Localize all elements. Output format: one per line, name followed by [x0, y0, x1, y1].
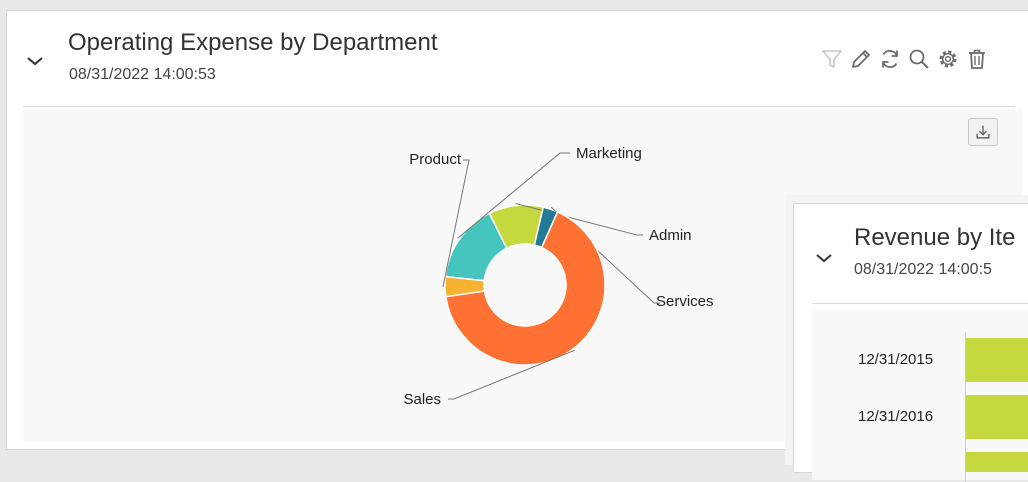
slice-label-services: Services — [656, 293, 714, 310]
panel-timestamp: 08/31/2022 14:00:53 — [69, 66, 216, 83]
slice-label-sales: Sales — [403, 391, 441, 408]
chevron-down-icon[interactable] — [23, 49, 47, 73]
bar-chart-area: 12/31/2015 12/31/2016 — [812, 310, 1028, 482]
panel-title: Operating Expense by Department — [68, 29, 438, 56]
slice-label-marketing: Marketing — [576, 145, 642, 162]
header-divider — [812, 303, 1028, 304]
filter-icon[interactable] — [819, 45, 845, 73]
chevron-down-icon[interactable] — [812, 246, 836, 270]
bar-category-label: 12/31/2016 — [858, 408, 934, 425]
revenue-by-item-panel: Revenue by Ite 08/31/2022 14:00:5 12/31/… — [793, 203, 1028, 482]
panel-timestamp: 08/31/2022 14:00:5 — [854, 261, 992, 278]
download-icon[interactable] — [968, 118, 998, 146]
slice-label-admin: Admin — [649, 227, 692, 244]
gear-icon[interactable] — [935, 45, 961, 73]
bar-category-label: 12/31/2015 — [858, 351, 934, 368]
slice-label-product: Product — [409, 151, 462, 168]
header-divider — [23, 106, 1015, 107]
bar-12-31-2015[interactable] — [966, 338, 1028, 382]
trash-icon[interactable] — [964, 45, 990, 73]
pencil-icon[interactable] — [848, 45, 874, 73]
search-icon[interactable] — [906, 45, 932, 73]
panel-title: Revenue by Ite — [854, 224, 1016, 251]
panel-toolbar — [819, 45, 990, 73]
revenue-panel-container: Revenue by Ite 08/31/2022 14:00:5 12/31/… — [785, 195, 1028, 482]
bar-partial[interactable] — [966, 452, 1028, 472]
bar-12-31-2016[interactable] — [966, 395, 1028, 439]
refresh-icon[interactable] — [877, 45, 903, 73]
